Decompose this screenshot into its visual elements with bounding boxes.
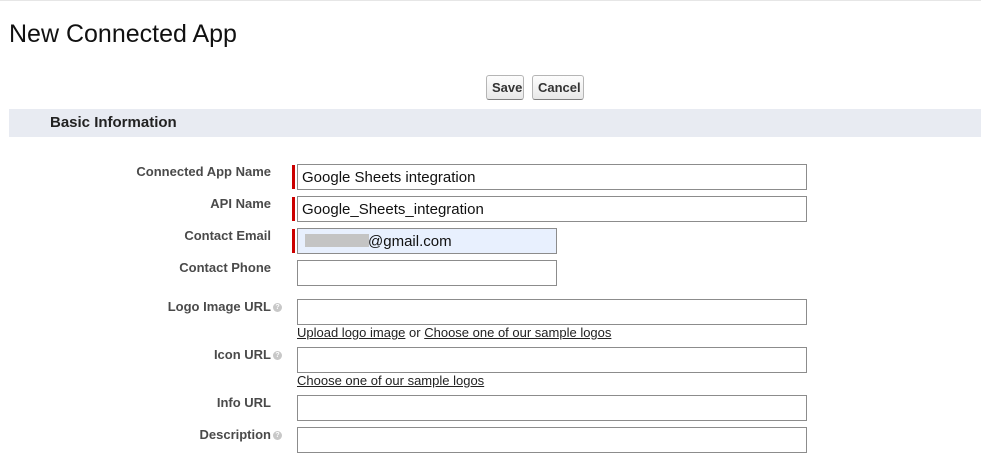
page-title: New Connected App bbox=[9, 20, 237, 48]
icon-links: Choose one of our sample logos bbox=[297, 373, 484, 388]
description-label-wrap: Description? bbox=[199, 427, 282, 442]
help-icon[interactable]: ? bbox=[273, 431, 282, 441]
button-row: Save Cancel bbox=[486, 75, 584, 100]
info-url-label: Info URL bbox=[216, 395, 271, 410]
contact-phone-label: Contact Phone bbox=[179, 260, 271, 275]
save-button[interactable]: Save bbox=[486, 75, 524, 100]
connected-app-name-input[interactable] bbox=[297, 164, 807, 190]
contact-email-label: Contact Email bbox=[184, 228, 271, 243]
connected-app-name-label: Connected App Name bbox=[136, 164, 271, 179]
required-indicator bbox=[292, 165, 295, 189]
logo-image-url-label: Logo Image URL bbox=[167, 299, 271, 314]
logo-links: Upload logo image or Choose one of our s… bbox=[297, 325, 611, 340]
required-indicator bbox=[292, 197, 295, 221]
required-indicator bbox=[292, 229, 295, 253]
api-name-input[interactable] bbox=[297, 196, 807, 222]
help-icon[interactable]: ? bbox=[273, 351, 282, 361]
help-icon[interactable]: ? bbox=[273, 303, 282, 313]
redacted-email-part bbox=[305, 234, 369, 247]
section-title: Basic Information bbox=[50, 114, 177, 131]
top-divider bbox=[0, 0, 981, 1]
cancel-button[interactable]: Cancel bbox=[532, 75, 584, 100]
api-name-label: API Name bbox=[210, 196, 271, 211]
logo-image-url-label-wrap: Logo Image URL? bbox=[168, 299, 282, 314]
description-label: Description bbox=[199, 427, 271, 442]
icon-url-label-wrap: Icon URL? bbox=[214, 347, 282, 362]
icon-url-label: Icon URL bbox=[213, 347, 271, 362]
upload-logo-link[interactable]: Upload logo image bbox=[297, 325, 405, 340]
info-url-input[interactable] bbox=[297, 395, 807, 421]
sample-logos-link[interactable]: Choose one of our sample logos bbox=[297, 373, 484, 388]
sample-logos-link[interactable]: Choose one of our sample logos bbox=[424, 325, 611, 340]
icon-url-input[interactable] bbox=[297, 347, 807, 373]
logo-image-url-input[interactable] bbox=[297, 299, 807, 325]
description-input[interactable] bbox=[297, 427, 807, 453]
or-text: or bbox=[409, 325, 421, 340]
section-header: Basic Information bbox=[9, 109, 981, 137]
contact-phone-input[interactable] bbox=[297, 260, 557, 286]
